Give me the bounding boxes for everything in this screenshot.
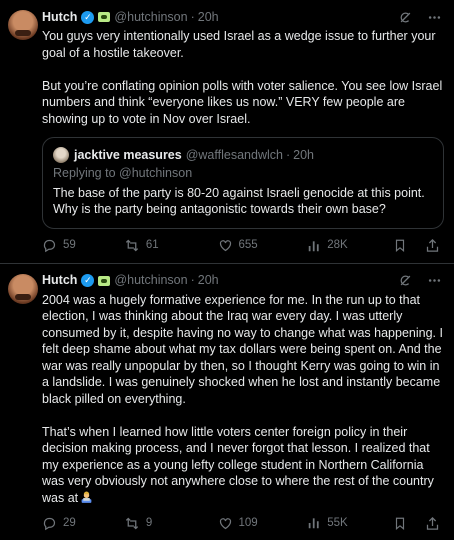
tweet-text-body: 2004 was a hugely formative experience f… — [42, 293, 446, 505]
verified-badge-icon[interactable]: ✓ — [81, 274, 94, 287]
tweet-header: Hutch ✓ @hutchinson · 20h — [42, 272, 444, 290]
author-handle[interactable]: @hutchinson — [114, 272, 187, 289]
quoted-author-handle: @wafflesandwlch — [186, 147, 283, 164]
affiliate-badge-icon[interactable] — [98, 12, 110, 22]
timestamp[interactable]: 20h — [198, 272, 219, 289]
views-count: 28K — [327, 237, 347, 254]
share-icon[interactable] — [425, 516, 440, 531]
more-icon[interactable] — [427, 273, 442, 288]
action-bar: 59 61 655 28K — [42, 229, 444, 263]
repost-button[interactable]: 9 — [124, 515, 218, 532]
bookmark-icon[interactable] — [393, 238, 407, 253]
views-icon — [307, 516, 321, 530]
separator-dot: · — [191, 272, 195, 289]
quoted-tweet-header: jacktive measures @wafflesandwlch · 20h — [53, 146, 433, 164]
reply-count: 29 — [63, 515, 76, 532]
tweet-text: 2004 was a hugely formative experience f… — [42, 292, 444, 507]
author-name[interactable]: Hutch — [42, 9, 77, 26]
verified-badge-icon[interactable]: ✓ — [81, 11, 94, 24]
tweet-content: Hutch ✓ @hutchinson · 20h 2004 was a hug… — [42, 272, 444, 540]
tweet-header: Hutch ✓ @hutchinson · 20h — [42, 8, 444, 26]
bookmark-icon[interactable] — [393, 516, 407, 531]
tweet-text: You guys very intentionally used Israel … — [42, 28, 444, 127]
timestamp[interactable]: 20h — [198, 9, 219, 26]
avatar[interactable] — [8, 10, 38, 40]
grok-icon[interactable] — [398, 10, 413, 25]
tweet[interactable]: Hutch ✓ @hutchinson · 20h 2004 was a hug… — [0, 263, 454, 540]
like-count: 655 — [239, 237, 258, 254]
reply-button[interactable]: 29 — [42, 515, 124, 532]
quoted-tweet[interactable]: jacktive measures @wafflesandwlch · 20h … — [42, 137, 444, 229]
repost-button[interactable]: 61 — [124, 237, 218, 254]
repost-count: 61 — [146, 237, 159, 254]
repost-count: 9 — [146, 515, 152, 532]
grok-icon[interactable] — [398, 273, 413, 288]
man-technologist-emoji — [80, 491, 93, 504]
replying-to: Replying to @hutchinson — [53, 165, 433, 182]
avatar[interactable] — [8, 274, 38, 304]
reply-button[interactable]: 59 — [42, 237, 124, 254]
repost-icon — [124, 238, 140, 253]
reply-count: 59 — [63, 237, 76, 254]
like-button[interactable]: 109 — [218, 515, 308, 532]
heart-icon — [218, 516, 233, 531]
quoted-tweet-text: The base of the party is 80-20 against I… — [53, 185, 433, 218]
reply-icon — [42, 516, 57, 531]
quoted-author-name: jacktive measures — [74, 147, 182, 164]
views-icon — [307, 239, 321, 253]
tweet-content: Hutch ✓ @hutchinson · 20h You guys very … — [42, 8, 444, 263]
author-handle[interactable]: @hutchinson — [114, 9, 187, 26]
more-icon[interactable] — [427, 10, 442, 25]
heart-icon — [218, 238, 233, 253]
views-count: 55K — [327, 515, 347, 532]
reply-icon — [42, 238, 57, 253]
repost-icon — [124, 516, 140, 531]
separator-dot: · — [286, 147, 290, 164]
tweet[interactable]: Hutch ✓ @hutchinson · 20h You guys very … — [0, 0, 454, 263]
author-name[interactable]: Hutch — [42, 272, 77, 289]
views-button[interactable]: 28K — [307, 237, 393, 254]
action-bar: 29 9 109 55K — [42, 506, 444, 540]
quoted-avatar — [53, 147, 69, 163]
quoted-timestamp: 20h — [293, 147, 314, 164]
separator-dot: · — [191, 9, 195, 26]
affiliate-badge-icon[interactable] — [98, 276, 110, 286]
like-button[interactable]: 655 — [218, 237, 308, 254]
like-count: 109 — [239, 515, 258, 532]
share-icon[interactable] — [425, 238, 440, 253]
views-button[interactable]: 55K — [307, 515, 393, 532]
